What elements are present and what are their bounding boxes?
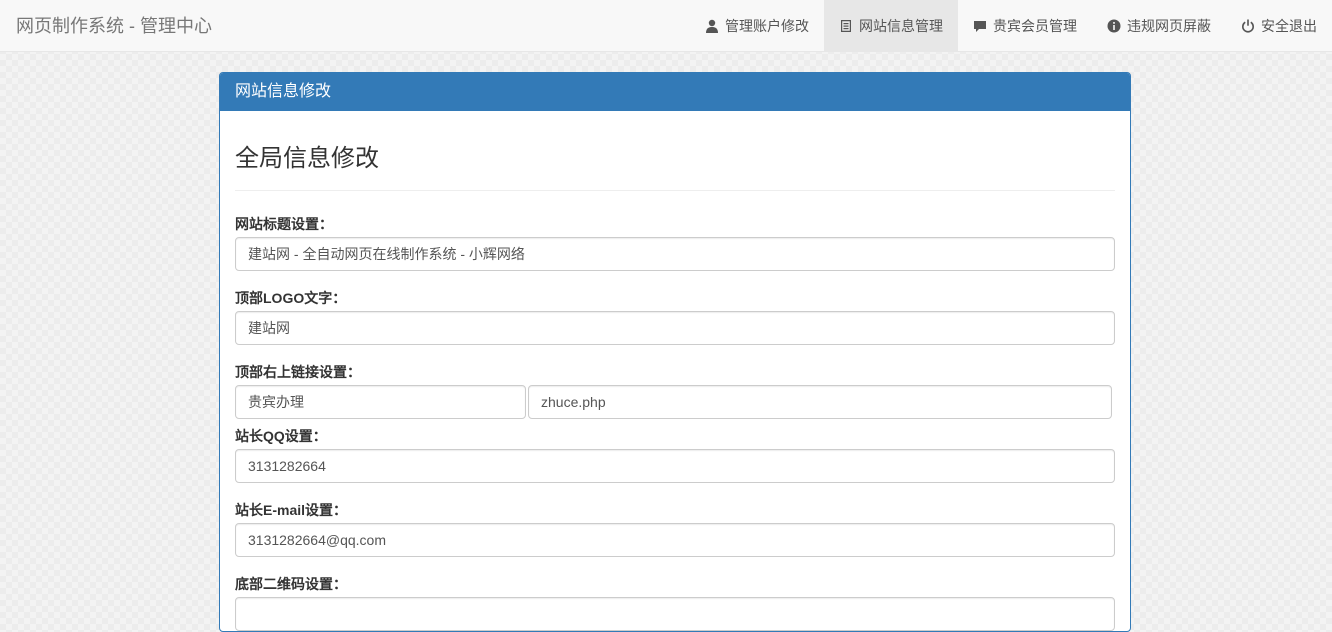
nav-item-label: 安全退出 bbox=[1261, 17, 1317, 34]
email-label: 站长E-mail设置： bbox=[235, 502, 348, 518]
power-icon bbox=[1242, 19, 1254, 33]
qq-input[interactable]: 3131282664 bbox=[235, 449, 1115, 483]
logo-text-input[interactable]: 建站网 bbox=[235, 311, 1115, 345]
email-input[interactable]: 3131282664@qq.com bbox=[235, 523, 1115, 557]
nav-item-label: 管理账户修改 bbox=[725, 17, 809, 34]
nav-item-block-pages[interactable]: 违规网页屏蔽 bbox=[1092, 0, 1226, 51]
nav-item-label: 网站信息管理 bbox=[859, 17, 943, 34]
site-info-panel: 网站信息修改 全局信息修改 网站标题设置： 建站网 - 全自动网页在线制作系统 … bbox=[219, 72, 1131, 632]
site-title-label: 网站标题设置： bbox=[235, 216, 333, 232]
brand-title[interactable]: 网页制作系统 - 管理中心 bbox=[16, 0, 212, 52]
user-icon bbox=[706, 19, 718, 33]
panel-heading: 网站信息修改 bbox=[220, 73, 1130, 111]
panel-body: 全局信息修改 网站标题设置： 建站网 - 全自动网页在线制作系统 - 小辉网络 … bbox=[220, 111, 1130, 631]
top-link-text-input[interactable]: 贵宾办理 bbox=[235, 385, 526, 419]
top-navbar: 网页制作系统 - 管理中心 管理账户修改 网站信息管理 贵宾会员管理 违规网页屏… bbox=[0, 0, 1332, 52]
nav-item-vip[interactable]: 贵宾会员管理 bbox=[958, 0, 1092, 51]
top-link-url-input[interactable]: zhuce.php bbox=[528, 385, 1112, 419]
logo-text-label: 顶部LOGO文字： bbox=[235, 290, 347, 306]
nav-item-site-info[interactable]: 网站信息管理 bbox=[824, 0, 958, 51]
nav-menu: 管理账户修改 网站信息管理 贵宾会员管理 违规网页屏蔽 安全退出 bbox=[690, 0, 1332, 51]
site-title-input[interactable]: 建站网 - 全自动网页在线制作系统 - 小辉网络 bbox=[235, 237, 1115, 271]
nav-item-label: 违规网页屏蔽 bbox=[1127, 17, 1211, 34]
nav-item-account[interactable]: 管理账户修改 bbox=[690, 0, 824, 51]
nav-item-label: 贵宾会员管理 bbox=[993, 17, 1077, 34]
comment-icon bbox=[974, 20, 986, 32]
nav-item-logout[interactable]: 安全退出 bbox=[1226, 0, 1332, 51]
qq-label: 站长QQ设置： bbox=[235, 428, 327, 444]
info-icon bbox=[1107, 19, 1121, 32]
top-link-label: 顶部右上链接设置： bbox=[235, 364, 361, 380]
qrcode-input[interactable] bbox=[235, 597, 1115, 631]
section-title: 全局信息修改 bbox=[235, 111, 1115, 191]
list-icon bbox=[841, 19, 851, 32]
qrcode-label: 底部二维码设置： bbox=[235, 576, 347, 592]
